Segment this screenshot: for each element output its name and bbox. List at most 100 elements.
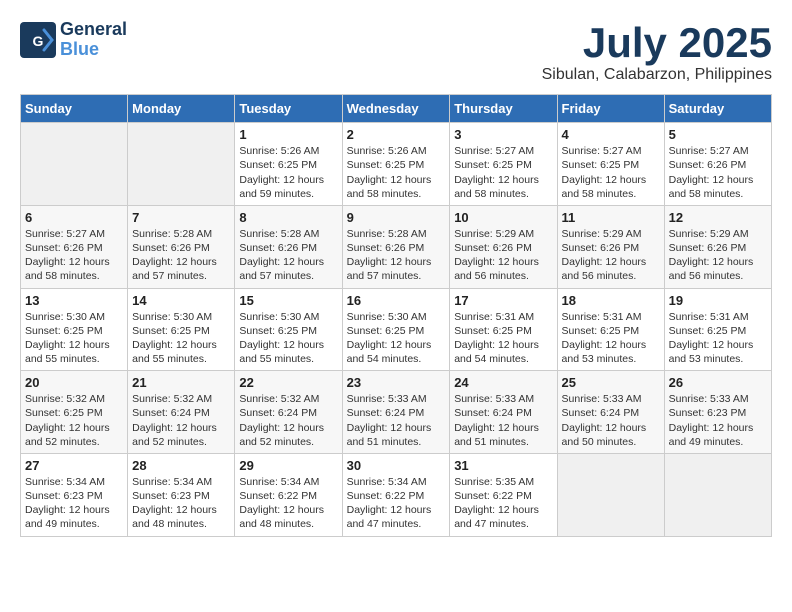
calendar-body: 1 Sunrise: 5:26 AM Sunset: 6:25 PM Daylig… [21,123,772,536]
calendar-cell: 8 Sunrise: 5:28 AM Sunset: 6:26 PM Daylig… [235,205,342,288]
day-info: Sunrise: 5:29 AM Sunset: 6:26 PM Dayligh… [454,227,552,284]
day-number: 12 [669,210,767,225]
day-number: 3 [454,127,552,142]
calendar-cell: 29Sunrise: 5:34 AM Sunset: 6:22 PM Dayli… [235,453,342,536]
day-info: Sunrise: 5:30 AM Sunset: 6:25 PM Dayligh… [239,310,337,367]
calendar-cell: 23Sunrise: 5:33 AM Sunset: 6:24 PM Dayli… [342,371,450,454]
calendar-cell [557,453,664,536]
calendar-cell: 11 Sunrise: 5:29 AM Sunset: 6:26 PM Dayli… [557,205,664,288]
day-info: Sunrise: 5:28 AM Sunset: 6:26 PM Dayligh… [132,227,230,284]
day-number: 15 [239,293,337,308]
day-info: Sunrise: 5:31 AM Sunset: 6:25 PM Dayligh… [454,310,552,367]
day-info: Sunrise: 5:30 AM Sunset: 6:25 PM Dayligh… [347,310,446,367]
calendar-cell: 20 Sunrise: 5:32 AM Sunset: 6:25 PM Dayli… [21,371,128,454]
calendar-cell: 22Sunrise: 5:32 AM Sunset: 6:24 PM Dayli… [235,371,342,454]
weekday-header-cell: Saturday [664,95,771,123]
calendar-week-row: 6 Sunrise: 5:27 AM Sunset: 6:26 PM Daylig… [21,205,772,288]
calendar-cell: 18 Sunrise: 5:31 AM Sunset: 6:25 PM Dayli… [557,288,664,371]
calendar-cell: 12 Sunrise: 5:29 AM Sunset: 6:26 PM Dayli… [664,205,771,288]
calendar-cell: 28 Sunrise: 5:34 AM Sunset: 6:23 PM Dayli… [128,453,235,536]
day-number: 20 [25,375,123,390]
logo-icon: G [20,22,56,58]
day-number: 22 [239,375,337,390]
day-number: 7 [132,210,230,225]
day-info: Sunrise: 5:27 AM Sunset: 6:26 PM Dayligh… [669,144,767,201]
day-info: Sunrise: 5:28 AM Sunset: 6:26 PM Dayligh… [347,227,446,284]
title-area: July 2025 Sibulan, Calabarzon, Philippin… [542,20,772,84]
day-number: 24 [454,375,552,390]
calendar-cell: 24 Sunrise: 5:33 AM Sunset: 6:24 PM Dayli… [450,371,557,454]
day-number: 6 [25,210,123,225]
day-number: 23 [347,375,446,390]
day-info: Sunrise: 5:26 AM Sunset: 6:25 PM Dayligh… [239,144,337,201]
day-info: Sunrise: 5:29 AM Sunset: 6:26 PM Dayligh… [562,227,660,284]
calendar-cell: 1 Sunrise: 5:26 AM Sunset: 6:25 PM Daylig… [235,123,342,206]
day-info: Sunrise: 5:30 AM Sunset: 6:25 PM Dayligh… [25,310,123,367]
calendar-cell: 7 Sunrise: 5:28 AM Sunset: 6:26 PM Daylig… [128,205,235,288]
day-info: Sunrise: 5:30 AM Sunset: 6:25 PM Dayligh… [132,310,230,367]
day-number: 31 [454,458,552,473]
day-number: 30 [347,458,446,473]
day-number: 9 [347,210,446,225]
day-info: Sunrise: 5:28 AM Sunset: 6:26 PM Dayligh… [239,227,337,284]
calendar-cell: 25 Sunrise: 5:33 AM Sunset: 6:24 PM Dayli… [557,371,664,454]
calendar-week-row: 1 Sunrise: 5:26 AM Sunset: 6:25 PM Daylig… [21,123,772,206]
calendar-cell [21,123,128,206]
day-info: Sunrise: 5:27 AM Sunset: 6:26 PM Dayligh… [25,227,123,284]
day-number: 27 [25,458,123,473]
calendar-week-row: 13Sunrise: 5:30 AM Sunset: 6:25 PM Dayli… [21,288,772,371]
day-number: 28 [132,458,230,473]
day-info: Sunrise: 5:34 AM Sunset: 6:22 PM Dayligh… [347,475,446,532]
weekday-header: SundayMondayTuesdayWednesdayThursdayFrid… [21,95,772,123]
day-number: 5 [669,127,767,142]
day-number: 18 [562,293,660,308]
calendar-cell: 30 Sunrise: 5:34 AM Sunset: 6:22 PM Dayli… [342,453,450,536]
day-number: 21 [132,375,230,390]
day-number: 1 [239,127,337,142]
day-info: Sunrise: 5:31 AM Sunset: 6:25 PM Dayligh… [669,310,767,367]
location-title: Sibulan, Calabarzon, Philippines [542,66,772,84]
day-number: 25 [562,375,660,390]
calendar-cell: 26 Sunrise: 5:33 AM Sunset: 6:23 PM Dayli… [664,371,771,454]
calendar-cell: 6 Sunrise: 5:27 AM Sunset: 6:26 PM Daylig… [21,205,128,288]
calendar-cell: 27 Sunrise: 5:34 AM Sunset: 6:23 PM Dayli… [21,453,128,536]
day-number: 11 [562,210,660,225]
day-info: Sunrise: 5:27 AM Sunset: 6:25 PM Dayligh… [454,144,552,201]
calendar-cell [128,123,235,206]
day-info: Sunrise: 5:34 AM Sunset: 6:23 PM Dayligh… [25,475,123,532]
day-info: Sunrise: 5:33 AM Sunset: 6:23 PM Dayligh… [669,392,767,449]
calendar-cell: 2Sunrise: 5:26 AM Sunset: 6:25 PM Daylig… [342,123,450,206]
weekday-header-cell: Wednesday [342,95,450,123]
day-number: 19 [669,293,767,308]
calendar-cell: 5 Sunrise: 5:27 AM Sunset: 6:26 PM Daylig… [664,123,771,206]
calendar-cell: 31 Sunrise: 5:35 AM Sunset: 6:22 PM Dayli… [450,453,557,536]
calendar-week-row: 27 Sunrise: 5:34 AM Sunset: 6:23 PM Dayli… [21,453,772,536]
calendar-cell: 3 Sunrise: 5:27 AM Sunset: 6:25 PM Daylig… [450,123,557,206]
day-number: 4 [562,127,660,142]
day-number: 17 [454,293,552,308]
calendar: SundayMondayTuesdayWednesdayThursdayFrid… [20,94,772,536]
logo-line1: General [60,20,127,40]
month-title: July 2025 [542,20,772,66]
calendar-cell: 21 Sunrise: 5:32 AM Sunset: 6:24 PM Dayli… [128,371,235,454]
weekday-header-cell: Monday [128,95,235,123]
day-number: 8 [239,210,337,225]
day-info: Sunrise: 5:34 AM Sunset: 6:23 PM Dayligh… [132,475,230,532]
day-info: Sunrise: 5:33 AM Sunset: 6:24 PM Dayligh… [454,392,552,449]
calendar-cell: 15 Sunrise: 5:30 AM Sunset: 6:25 PM Dayli… [235,288,342,371]
day-info: Sunrise: 5:35 AM Sunset: 6:22 PM Dayligh… [454,475,552,532]
weekday-header-cell: Sunday [21,95,128,123]
calendar-cell: 14 Sunrise: 5:30 AM Sunset: 6:25 PM Dayli… [128,288,235,371]
day-info: Sunrise: 5:32 AM Sunset: 6:25 PM Dayligh… [25,392,123,449]
calendar-cell: 9 Sunrise: 5:28 AM Sunset: 6:26 PM Daylig… [342,205,450,288]
calendar-cell: 19 Sunrise: 5:31 AM Sunset: 6:25 PM Dayli… [664,288,771,371]
day-info: Sunrise: 5:32 AM Sunset: 6:24 PM Dayligh… [132,392,230,449]
day-info: Sunrise: 5:33 AM Sunset: 6:24 PM Dayligh… [562,392,660,449]
calendar-cell: 4Sunrise: 5:27 AM Sunset: 6:25 PM Daylig… [557,123,664,206]
day-info: Sunrise: 5:26 AM Sunset: 6:25 PM Dayligh… [347,144,446,201]
day-info: Sunrise: 5:31 AM Sunset: 6:25 PM Dayligh… [562,310,660,367]
day-number: 26 [669,375,767,390]
day-info: Sunrise: 5:29 AM Sunset: 6:26 PM Dayligh… [669,227,767,284]
day-number: 14 [132,293,230,308]
logo: G General Blue [20,20,127,60]
